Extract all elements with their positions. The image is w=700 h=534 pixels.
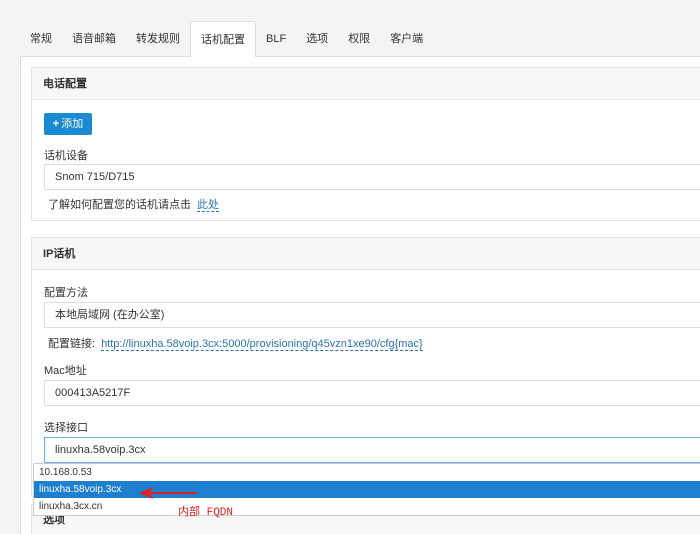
phone-config-panel: 电话配置 + 添加 话机设备 Snom 715/D715 了解如何配置您的话机请点… <box>31 67 700 221</box>
interface-select[interactable]: linuxha.58voip.3cx <box>44 437 700 463</box>
tab-blf[interactable]: BLF <box>256 21 296 57</box>
tab-voicemail[interactable]: 语音邮箱 <box>62 21 126 57</box>
device-label: 话机设备 <box>44 150 88 162</box>
tab-options[interactable]: 选项 <box>296 21 338 57</box>
provisioning-method-select[interactable]: 本地局域网 (在办公室) <box>44 302 700 328</box>
phone-device-select[interactable]: Snom 715/D715 <box>44 164 700 190</box>
help-text: 了解如何配置您的话机请点击 此处 <box>48 199 219 212</box>
dropdown-option[interactable]: linuxha.3cx.cn <box>34 498 700 515</box>
interface-dropdown: 10.168.0.53 linuxha.58voip.3cx linuxha.3… <box>33 463 700 516</box>
provisioning-url-link[interactable]: http://linuxha.58voip.3cx:5000/provision… <box>101 338 423 351</box>
add-phone-button[interactable]: + 添加 <box>44 113 92 135</box>
help-link[interactable]: 此处 <box>197 199 219 212</box>
ip-phone-panel: IP话机 配置方法 本地局域网 (在办公室) 配置链接: http://linux… <box>31 237 700 497</box>
annotation-label: 内部 FQDN <box>178 507 234 519</box>
tab-content: 电话配置 + 添加 话机设备 Snom 715/D715 了解如何配置您的话机请点… <box>20 57 700 534</box>
tab-forwarding-rules[interactable]: 转发规则 <box>126 21 190 57</box>
dropdown-option-selected[interactable]: linuxha.58voip.3cx <box>34 481 700 498</box>
tab-rights[interactable]: 权限 <box>338 21 380 57</box>
mac-label: Mac地址 <box>44 365 87 377</box>
panel-title: 电话配置 <box>32 68 700 100</box>
provisioning-link-row: 配置链接: http://linuxha.58voip.3cx:5000/prov… <box>48 338 423 351</box>
dropdown-option[interactable]: 10.168.0.53 <box>34 464 700 481</box>
panel-title: IP话机 <box>32 238 700 270</box>
annotation-arrow-icon <box>139 487 197 499</box>
mac-address-field[interactable]: 000413A5217F <box>44 380 700 406</box>
interface-label: 选择接口 <box>44 422 88 434</box>
plus-icon: + <box>52 118 60 130</box>
tab-general[interactable]: 常规 <box>20 21 62 57</box>
tab-bar: 常规 语音邮箱 转发规则 话机配置 BLF 选项 权限 客户端 <box>20 21 700 58</box>
tab-phone-provisioning[interactable]: 话机配置 <box>190 21 256 58</box>
method-label: 配置方法 <box>44 287 88 299</box>
tab-clients[interactable]: 客户端 <box>380 21 433 57</box>
